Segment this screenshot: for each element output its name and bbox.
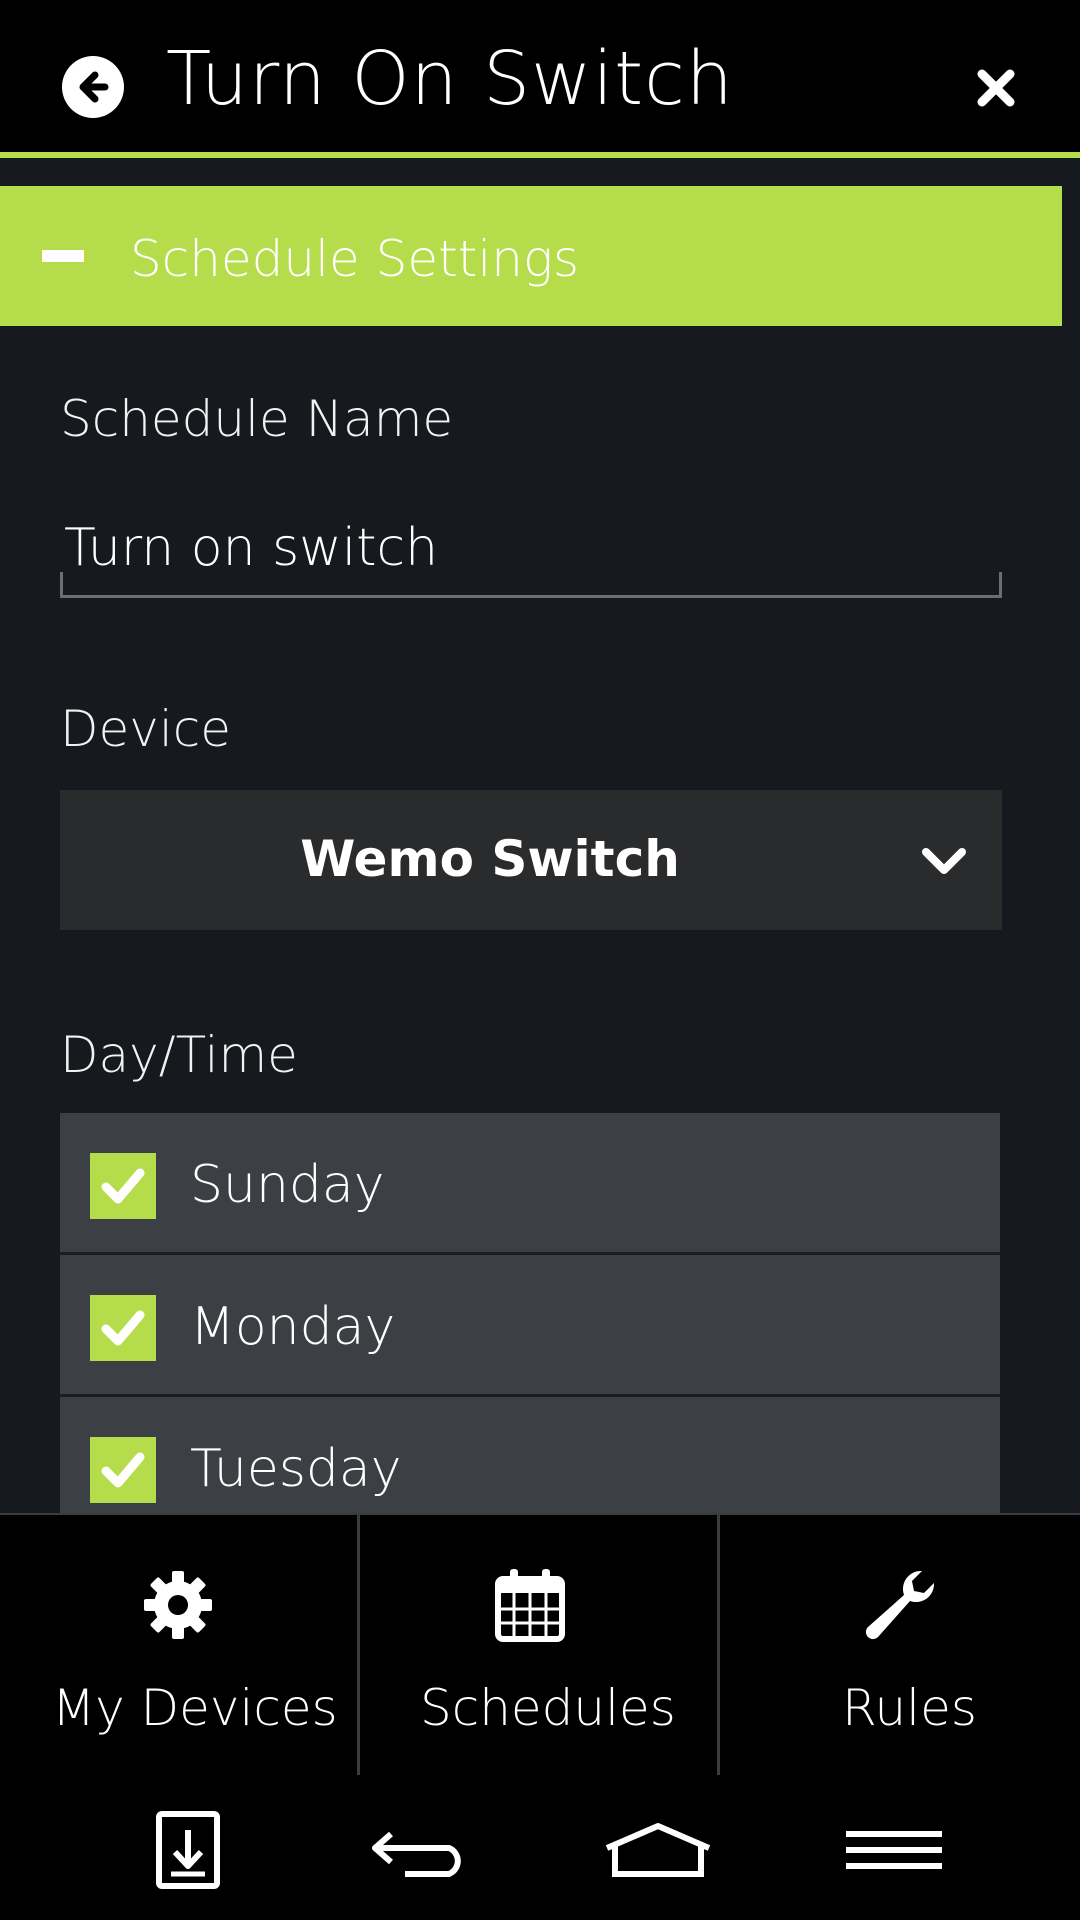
bottom-tab-bar: My Devices Schedules Rules [0, 1513, 1080, 1777]
device-label: Device [60, 700, 231, 758]
day-label: Monday [190, 1297, 396, 1357]
day-label: Tuesday [190, 1439, 402, 1499]
device-select[interactable]: Wemo Switch [60, 790, 1002, 930]
system-nav-bar [0, 1775, 1080, 1920]
tuesday-checkbox[interactable] [90, 1437, 156, 1503]
section-label: Schedule Settings [130, 230, 579, 288]
daytime-label: Day/Time [60, 1026, 298, 1084]
calendar-icon [495, 1569, 565, 1642]
download-button[interactable] [128, 1805, 248, 1895]
day-label: Sunday [190, 1155, 385, 1215]
back-icon [372, 1831, 461, 1877]
app-header: Turn On Switch [0, 0, 1080, 158]
monday-checkbox[interactable] [90, 1295, 156, 1361]
schedule-name-value: Turn on switch [64, 518, 439, 578]
checkmark-icon [101, 1310, 145, 1346]
input-tick-left [60, 572, 63, 598]
tab-schedules[interactable]: Schedules [360, 1515, 717, 1777]
arrow-left-circle-icon [79, 71, 109, 103]
section-schedule-settings[interactable]: Schedule Settings [0, 186, 1062, 326]
checkmark-icon [101, 1168, 145, 1204]
close-button[interactable] [970, 62, 1022, 114]
schedule-name-input[interactable]: Turn on switch [60, 498, 1002, 598]
day-row-monday[interactable]: Monday [60, 1255, 1000, 1397]
minus-icon [42, 250, 84, 262]
menu-button[interactable] [834, 1805, 954, 1895]
back-button[interactable] [62, 56, 124, 118]
download-icon [156, 1811, 220, 1889]
home-button[interactable] [598, 1805, 718, 1895]
schedule-name-label: Schedule Name [60, 390, 454, 448]
tab-my-devices[interactable]: My Devices [0, 1515, 357, 1777]
tab-label: My Devices [52, 1679, 338, 1737]
tab-label: Schedules [420, 1679, 676, 1737]
input-tick-right [999, 572, 1002, 598]
home-icon [605, 1823, 711, 1877]
wrench-icon [865, 1570, 935, 1640]
page-title: Turn On Switch [166, 36, 734, 122]
nav-back-button[interactable] [364, 1805, 484, 1895]
close-icon [977, 69, 1015, 107]
input-underline [60, 595, 1002, 598]
sunday-checkbox[interactable] [90, 1153, 156, 1219]
chevron-down-icon [922, 848, 966, 874]
checkmark-icon [101, 1452, 145, 1488]
day-list: Sunday Monday Tuesday [60, 1113, 1000, 1513]
tab-label: Rules [842, 1679, 977, 1737]
gear-icon [144, 1571, 212, 1639]
day-row-sunday[interactable]: Sunday [60, 1113, 1000, 1255]
tab-rules[interactable]: Rules [720, 1515, 1080, 1777]
day-row-tuesday[interactable]: Tuesday [60, 1397, 1000, 1513]
menu-icon [846, 1831, 942, 1869]
device-select-value: Wemo Switch [300, 830, 680, 888]
schedule-form: Schedule Settings Schedule Name Turn on … [0, 158, 1080, 1513]
